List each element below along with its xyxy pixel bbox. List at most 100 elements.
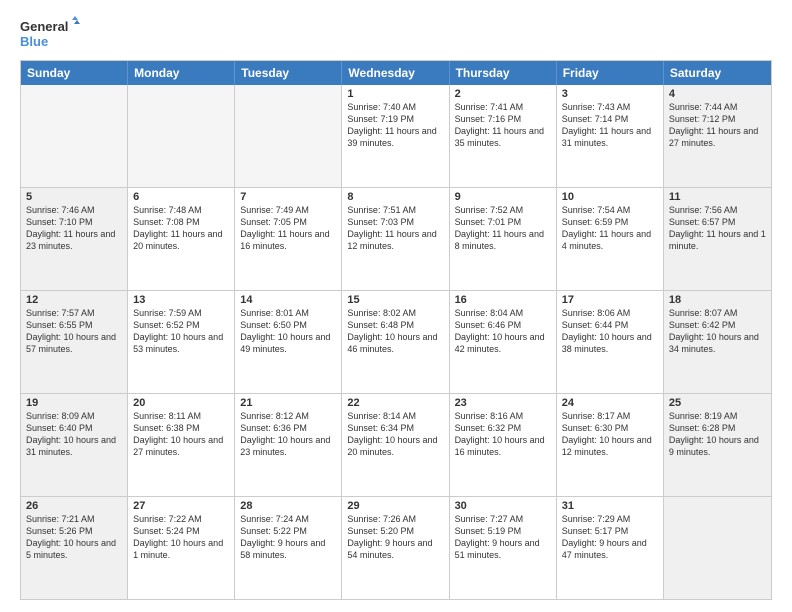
day-info: Sunrise: 8:12 AM Sunset: 6:36 PM Dayligh… [240,410,336,459]
day-number: 30 [455,500,551,512]
cal-cell-3-0: 19Sunrise: 8:09 AM Sunset: 6:40 PM Dayli… [21,394,128,496]
day-info: Sunrise: 7:57 AM Sunset: 6:55 PM Dayligh… [26,307,122,356]
day-info: Sunrise: 7:27 AM Sunset: 5:19 PM Dayligh… [455,513,551,562]
cal-cell-2-5: 17Sunrise: 8:06 AM Sunset: 6:44 PM Dayli… [557,291,664,393]
day-info: Sunrise: 7:21 AM Sunset: 5:26 PM Dayligh… [26,513,122,562]
page: General Blue SundayMondayTuesdayWednesda… [0,0,792,612]
header-cell-wednesday: Wednesday [342,61,449,85]
day-info: Sunrise: 7:59 AM Sunset: 6:52 PM Dayligh… [133,307,229,356]
day-number: 9 [455,191,551,203]
calendar-row-3: 19Sunrise: 8:09 AM Sunset: 6:40 PM Dayli… [21,393,771,496]
cal-cell-4-5: 31Sunrise: 7:29 AM Sunset: 5:17 PM Dayli… [557,497,664,599]
day-number: 23 [455,397,551,409]
day-info: Sunrise: 8:02 AM Sunset: 6:48 PM Dayligh… [347,307,443,356]
day-number: 22 [347,397,443,409]
day-info: Sunrise: 7:49 AM Sunset: 7:05 PM Dayligh… [240,204,336,253]
header-cell-tuesday: Tuesday [235,61,342,85]
cal-cell-0-5: 3Sunrise: 7:43 AM Sunset: 7:14 PM Daylig… [557,85,664,187]
cal-cell-0-2 [235,85,342,187]
cal-cell-2-1: 13Sunrise: 7:59 AM Sunset: 6:52 PM Dayli… [128,291,235,393]
calendar-row-0: 1Sunrise: 7:40 AM Sunset: 7:19 PM Daylig… [21,85,771,187]
svg-text:Blue: Blue [20,34,48,49]
header-cell-sunday: Sunday [21,61,128,85]
day-info: Sunrise: 7:56 AM Sunset: 6:57 PM Dayligh… [669,204,766,253]
header-cell-monday: Monday [128,61,235,85]
cal-cell-0-0 [21,85,128,187]
day-info: Sunrise: 7:48 AM Sunset: 7:08 PM Dayligh… [133,204,229,253]
cal-cell-4-6 [664,497,771,599]
day-number: 2 [455,88,551,100]
day-number: 15 [347,294,443,306]
cal-cell-1-0: 5Sunrise: 7:46 AM Sunset: 7:10 PM Daylig… [21,188,128,290]
day-number: 17 [562,294,658,306]
day-info: Sunrise: 7:41 AM Sunset: 7:16 PM Dayligh… [455,101,551,150]
cal-cell-3-6: 25Sunrise: 8:19 AM Sunset: 6:28 PM Dayli… [664,394,771,496]
day-info: Sunrise: 8:11 AM Sunset: 6:38 PM Dayligh… [133,410,229,459]
cal-cell-2-6: 18Sunrise: 8:07 AM Sunset: 6:42 PM Dayli… [664,291,771,393]
day-info: Sunrise: 7:51 AM Sunset: 7:03 PM Dayligh… [347,204,443,253]
day-number: 14 [240,294,336,306]
header-cell-thursday: Thursday [450,61,557,85]
calendar-body: 1Sunrise: 7:40 AM Sunset: 7:19 PM Daylig… [21,85,771,599]
calendar-row-1: 5Sunrise: 7:46 AM Sunset: 7:10 PM Daylig… [21,187,771,290]
cal-cell-1-1: 6Sunrise: 7:48 AM Sunset: 7:08 PM Daylig… [128,188,235,290]
cal-cell-3-4: 23Sunrise: 8:16 AM Sunset: 6:32 PM Dayli… [450,394,557,496]
calendar-header: SundayMondayTuesdayWednesdayThursdayFrid… [21,61,771,85]
cal-cell-3-1: 20Sunrise: 8:11 AM Sunset: 6:38 PM Dayli… [128,394,235,496]
day-number: 18 [669,294,766,306]
day-number: 25 [669,397,766,409]
header: General Blue [20,16,772,52]
cal-cell-4-0: 26Sunrise: 7:21 AM Sunset: 5:26 PM Dayli… [21,497,128,599]
day-info: Sunrise: 7:40 AM Sunset: 7:19 PM Dayligh… [347,101,443,150]
day-number: 24 [562,397,658,409]
cal-cell-0-1 [128,85,235,187]
day-info: Sunrise: 7:44 AM Sunset: 7:12 PM Dayligh… [669,101,766,150]
day-number: 21 [240,397,336,409]
day-number: 7 [240,191,336,203]
header-cell-friday: Friday [557,61,664,85]
day-number: 12 [26,294,122,306]
day-info: Sunrise: 7:43 AM Sunset: 7:14 PM Dayligh… [562,101,658,150]
calendar: SundayMondayTuesdayWednesdayThursdayFrid… [20,60,772,600]
cal-cell-3-2: 21Sunrise: 8:12 AM Sunset: 6:36 PM Dayli… [235,394,342,496]
cal-cell-1-6: 11Sunrise: 7:56 AM Sunset: 6:57 PM Dayli… [664,188,771,290]
day-info: Sunrise: 8:09 AM Sunset: 6:40 PM Dayligh… [26,410,122,459]
day-info: Sunrise: 8:06 AM Sunset: 6:44 PM Dayligh… [562,307,658,356]
cal-cell-1-5: 10Sunrise: 7:54 AM Sunset: 6:59 PM Dayli… [557,188,664,290]
cal-cell-4-3: 29Sunrise: 7:26 AM Sunset: 5:20 PM Dayli… [342,497,449,599]
day-info: Sunrise: 7:24 AM Sunset: 5:22 PM Dayligh… [240,513,336,562]
day-info: Sunrise: 7:26 AM Sunset: 5:20 PM Dayligh… [347,513,443,562]
cal-cell-2-3: 15Sunrise: 8:02 AM Sunset: 6:48 PM Dayli… [342,291,449,393]
day-number: 19 [26,397,122,409]
day-info: Sunrise: 8:14 AM Sunset: 6:34 PM Dayligh… [347,410,443,459]
cal-cell-2-4: 16Sunrise: 8:04 AM Sunset: 6:46 PM Dayli… [450,291,557,393]
header-cell-saturday: Saturday [664,61,771,85]
day-info: Sunrise: 7:46 AM Sunset: 7:10 PM Dayligh… [26,204,122,253]
day-number: 20 [133,397,229,409]
day-number: 5 [26,191,122,203]
cal-cell-4-4: 30Sunrise: 7:27 AM Sunset: 5:19 PM Dayli… [450,497,557,599]
cal-cell-2-2: 14Sunrise: 8:01 AM Sunset: 6:50 PM Dayli… [235,291,342,393]
day-number: 13 [133,294,229,306]
cal-cell-3-3: 22Sunrise: 8:14 AM Sunset: 6:34 PM Dayli… [342,394,449,496]
day-info: Sunrise: 8:19 AM Sunset: 6:28 PM Dayligh… [669,410,766,459]
day-number: 10 [562,191,658,203]
cal-cell-0-6: 4Sunrise: 7:44 AM Sunset: 7:12 PM Daylig… [664,85,771,187]
logo-svg: General Blue [20,16,80,52]
svg-text:General: General [20,19,68,34]
day-info: Sunrise: 8:16 AM Sunset: 6:32 PM Dayligh… [455,410,551,459]
day-info: Sunrise: 8:17 AM Sunset: 6:30 PM Dayligh… [562,410,658,459]
cal-cell-4-2: 28Sunrise: 7:24 AM Sunset: 5:22 PM Dayli… [235,497,342,599]
day-number: 6 [133,191,229,203]
calendar-row-2: 12Sunrise: 7:57 AM Sunset: 6:55 PM Dayli… [21,290,771,393]
cal-cell-0-3: 1Sunrise: 7:40 AM Sunset: 7:19 PM Daylig… [342,85,449,187]
cal-cell-4-1: 27Sunrise: 7:22 AM Sunset: 5:24 PM Dayli… [128,497,235,599]
cal-cell-3-5: 24Sunrise: 8:17 AM Sunset: 6:30 PM Dayli… [557,394,664,496]
day-number: 29 [347,500,443,512]
cal-cell-2-0: 12Sunrise: 7:57 AM Sunset: 6:55 PM Dayli… [21,291,128,393]
day-number: 8 [347,191,443,203]
day-info: Sunrise: 7:52 AM Sunset: 7:01 PM Dayligh… [455,204,551,253]
day-info: Sunrise: 8:04 AM Sunset: 6:46 PM Dayligh… [455,307,551,356]
cal-cell-0-4: 2Sunrise: 7:41 AM Sunset: 7:16 PM Daylig… [450,85,557,187]
day-info: Sunrise: 7:22 AM Sunset: 5:24 PM Dayligh… [133,513,229,562]
